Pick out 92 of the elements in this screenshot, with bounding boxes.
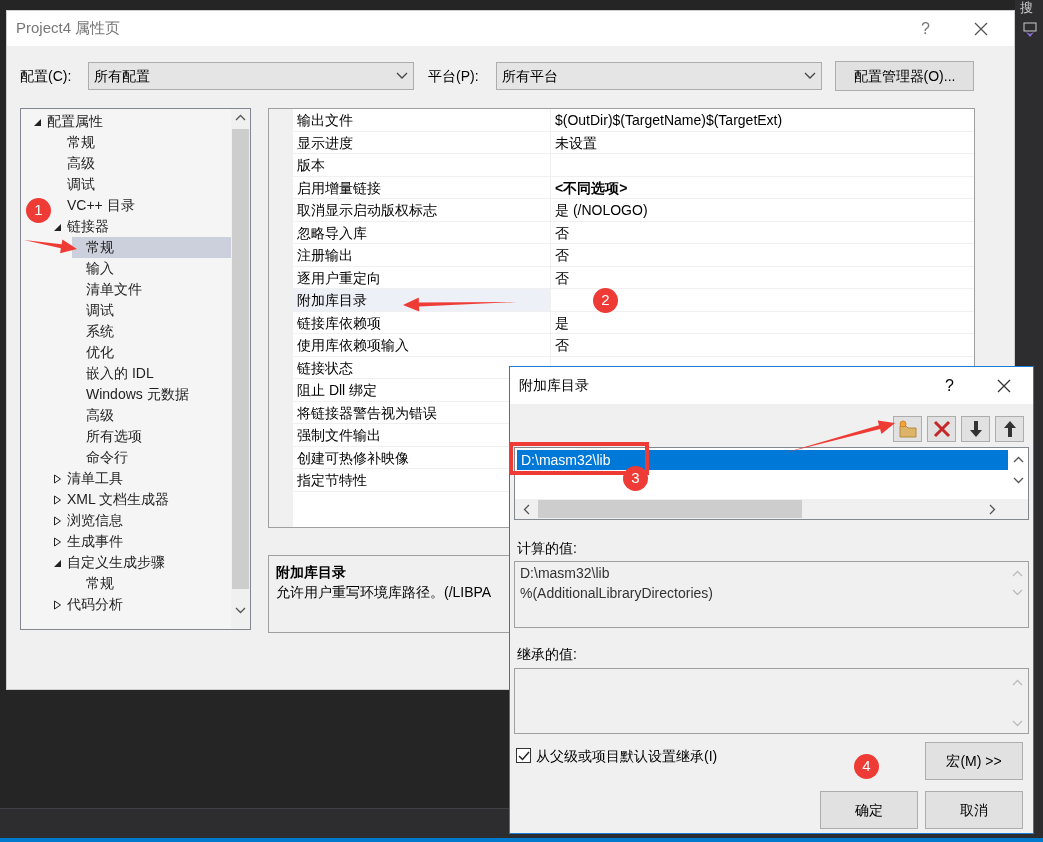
tree-item[interactable]: XML 文档生成器 — [53, 489, 231, 510]
tree-item[interactable]: 高级 — [53, 153, 231, 174]
property-name[interactable]: 输出文件 — [293, 109, 551, 131]
help-button[interactable]: ? — [921, 16, 930, 41]
tree-item[interactable]: 清单文件 — [72, 279, 231, 300]
arrow-down-icon — [968, 420, 983, 438]
field-label: 继承的值: — [516, 645, 578, 664]
macro-button[interactable]: 宏(M) >> — [925, 742, 1023, 780]
chevron-right-icon[interactable] — [989, 503, 996, 515]
tree-item[interactable]: 调试 — [72, 300, 231, 321]
tree-item[interactable]: 嵌入的 IDL — [72, 363, 231, 384]
collapsed-icon[interactable] — [53, 599, 62, 610]
property-name[interactable]: 逐用户重定向 — [293, 266, 551, 288]
scrollbar[interactable] — [231, 109, 250, 629]
property-name[interactable]: 启用增量链接 — [293, 176, 551, 198]
tree-item[interactable]: 优化 — [72, 342, 231, 363]
property-name[interactable]: 注册输出 — [293, 244, 551, 266]
tree-item[interactable]: Windows 元数据 — [72, 384, 231, 405]
property-value[interactable]: $(OutDir)$(TargetName)$(TargetExt) — [551, 109, 974, 131]
chevron-left-icon[interactable] — [523, 503, 530, 515]
close-icon[interactable] — [974, 21, 988, 36]
checkbox-label: 从父级或项目默认设置继承(I) — [536, 747, 718, 766]
tree-item[interactable]: 常规 — [72, 573, 231, 594]
ok-button[interactable]: 确定 — [820, 791, 918, 829]
collapsed-icon[interactable] — [53, 494, 62, 505]
description-title: 附加库目录 — [276, 563, 346, 582]
property-name[interactable]: 附加库目录 — [293, 289, 551, 311]
tree-item[interactable]: 浏览信息 — [53, 510, 231, 531]
checkbox[interactable] — [516, 748, 531, 763]
chevron-down-icon[interactable] — [1012, 477, 1024, 484]
platform-dropdown[interactable]: 所有平台 — [496, 62, 822, 90]
field-label: 平台(P): — [428, 66, 480, 86]
property-value[interactable]: 否 — [551, 244, 974, 266]
property-value[interactable]: 否 — [551, 221, 974, 243]
collapsed-icon[interactable] — [53, 515, 62, 526]
property-name[interactable]: 显示进度 — [293, 131, 551, 153]
tree-item[interactable]: 调试 — [53, 174, 231, 195]
tree-item[interactable]: 代码分析 — [53, 594, 231, 615]
tree-item[interactable]: 常规 — [72, 237, 231, 258]
close-icon[interactable] — [997, 378, 1011, 393]
property-name[interactable]: 版本 — [293, 154, 551, 176]
tree-item[interactable]: 系统 — [72, 321, 231, 342]
delete-icon — [932, 420, 951, 438]
tree-item[interactable]: 自定义生成步骤 — [53, 552, 231, 573]
annotation-arrow — [24, 239, 77, 254]
chevron-up-icon[interactable] — [1012, 456, 1024, 463]
property-value[interactable]: 否 — [551, 266, 974, 288]
property-value[interactable]: 未设置 — [551, 131, 974, 153]
chevron-down-icon[interactable] — [235, 607, 246, 614]
tree-item[interactable]: 链接器 — [53, 216, 231, 237]
property-name[interactable]: 使用库依赖项输入 — [293, 334, 551, 356]
property-value[interactable]: 否 — [551, 334, 974, 356]
collapsed-icon[interactable] — [53, 536, 62, 547]
move-down-button[interactable] — [961, 416, 990, 442]
folder-icon — [897, 420, 918, 438]
app-icon[interactable] — [1023, 22, 1037, 38]
tree-item[interactable]: 配置属性 — [33, 111, 231, 132]
delete-button[interactable] — [927, 416, 956, 442]
tree-item[interactable]: 输入 — [72, 258, 231, 279]
tree-item[interactable]: VC++ 目录 — [53, 195, 231, 216]
search-label: 搜 — [1020, 0, 1033, 16]
tree-item[interactable]: 高级 — [72, 405, 231, 426]
scrollbar-thumb[interactable] — [232, 129, 249, 589]
value-line: D:\masm32\lib — [520, 564, 611, 583]
property-name[interactable]: 取消显示启动版权标志 — [293, 199, 551, 221]
scrollbar[interactable] — [515, 499, 1028, 519]
scrollbar-thumb[interactable] — [538, 500, 802, 518]
field-label: 配置(C): — [20, 66, 73, 86]
config-manager-button[interactable]: 配置管理器(O)... — [835, 61, 974, 91]
chevron-down-icon — [804, 72, 816, 80]
help-button[interactable]: ? — [945, 373, 954, 398]
property-value[interactable]: <不同选项> — [551, 176, 974, 198]
arrow-up-icon — [1002, 420, 1017, 438]
chevron-up-icon[interactable] — [235, 114, 246, 121]
property-name[interactable]: 忽略导入库 — [293, 221, 551, 243]
window-title: Project4 属性页 — [16, 18, 122, 39]
config-dropdown[interactable]: 所有配置 — [88, 62, 414, 90]
list-item[interactable]: D:\masm32\lib — [517, 450, 1008, 470]
property-value[interactable]: 是 (/NOLOGO) — [551, 199, 974, 221]
tree-item[interactable]: 所有选项 — [72, 426, 231, 447]
cancel-button[interactable]: 取消 — [925, 791, 1023, 829]
tree-item[interactable]: 命令行 — [72, 447, 231, 468]
property-value[interactable]: 是 — [551, 311, 974, 333]
description-text: 允许用户重写环境库路径。(/LIBPA — [276, 583, 492, 602]
value-line: %(AdditionalLibraryDirectories) — [520, 584, 714, 603]
tree-item[interactable]: 生成事件 — [53, 531, 231, 552]
field-label: 计算的值: — [516, 539, 578, 558]
collapsed-icon[interactable] — [53, 473, 62, 484]
move-up-button[interactable] — [995, 416, 1024, 442]
chevron-down-icon — [396, 72, 408, 80]
tree-item[interactable]: 常规 — [53, 132, 231, 153]
tree-item[interactable]: 清单工具 — [53, 468, 231, 489]
